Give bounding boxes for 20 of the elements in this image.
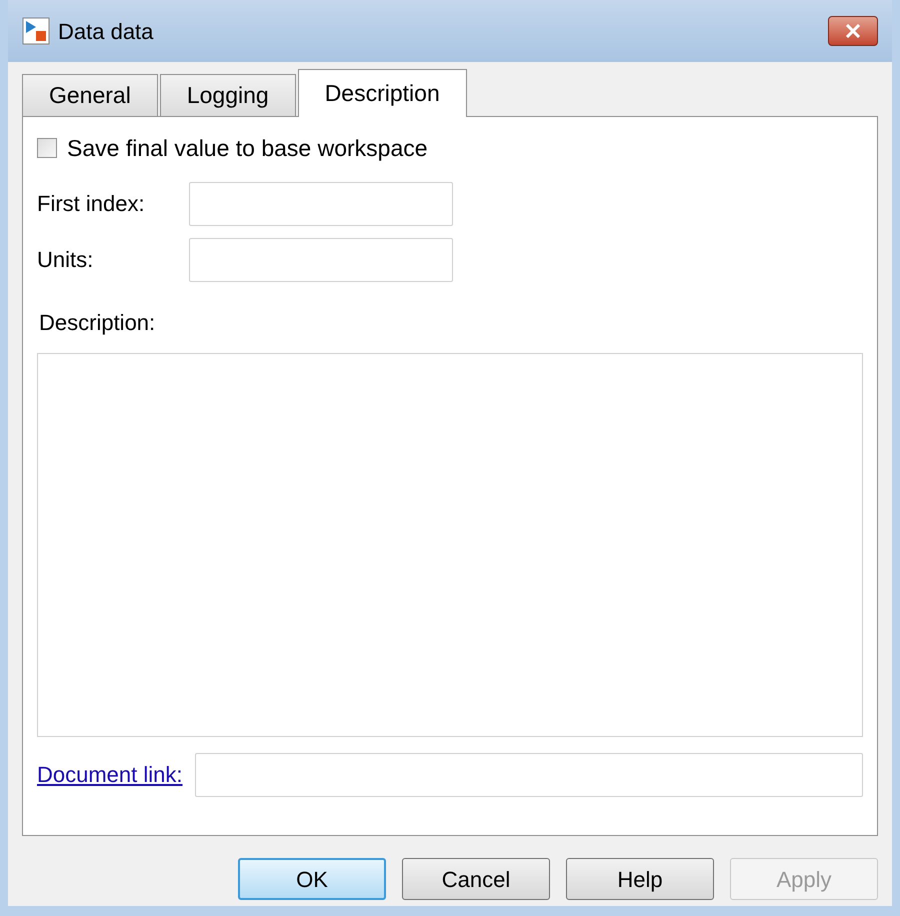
field-label: Units:: [37, 246, 94, 274]
field-label: First index:: [37, 190, 146, 218]
close-button[interactable]: [828, 16, 878, 46]
dialog-button[interactable]: Help: [566, 858, 714, 900]
input-field[interactable]: [189, 182, 453, 226]
dialog-button[interactable]: OK: [238, 858, 386, 900]
description-label: Description:: [39, 308, 156, 337]
checkbox[interactable]: [37, 138, 57, 158]
description-textarea[interactable]: [37, 352, 863, 736]
app-icon: [22, 17, 50, 45]
tab[interactable]: General: [22, 74, 158, 116]
window-title: Data data: [58, 18, 154, 46]
dialog-button[interactable]: Cancel: [402, 858, 550, 900]
tab[interactable]: Description: [298, 69, 467, 117]
tab[interactable]: Logging: [160, 74, 296, 116]
document-link[interactable]: Document link:: [37, 758, 183, 791]
input-field[interactable]: [194, 752, 863, 796]
input-field[interactable]: [189, 238, 453, 282]
checkbox-label: Save final value to base workspace: [67, 134, 428, 163]
close-icon: [845, 24, 861, 38]
